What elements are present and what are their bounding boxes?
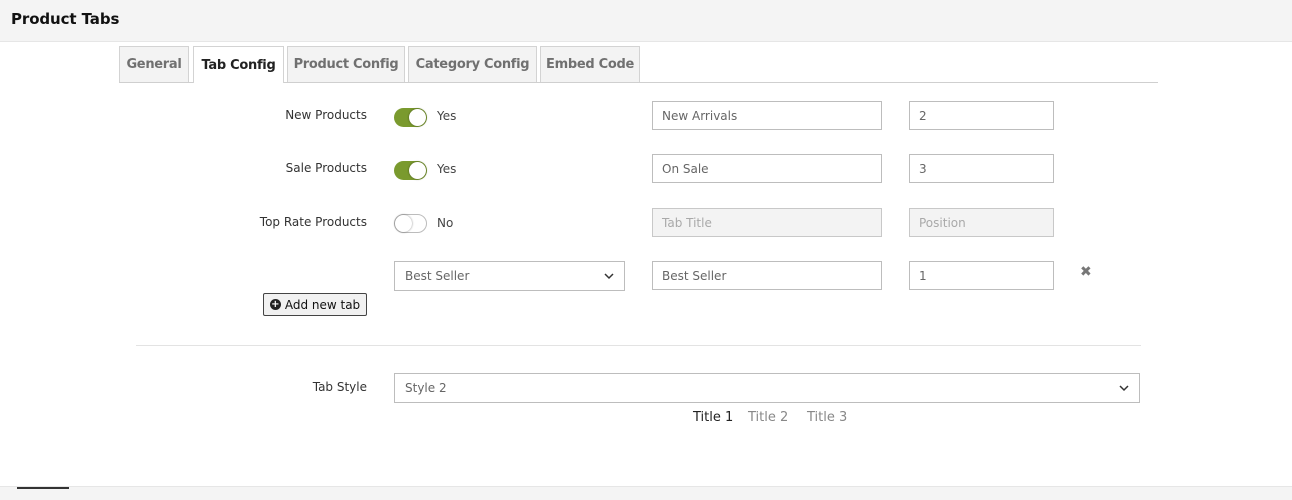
style-preview-title-1[interactable]: Title 1 — [693, 410, 733, 425]
section-divider — [136, 345, 1141, 346]
sale-products-position-input[interactable]: 3 — [909, 154, 1054, 183]
tab-general[interactable]: General — [119, 46, 189, 82]
tab-category-config[interactable]: Category Config — [408, 46, 537, 82]
custom-tab-title-input[interactable]: Best Seller — [652, 261, 882, 290]
plus-circle-icon: + — [269, 299, 281, 310]
top-rate-products-toggle[interactable] — [394, 214, 427, 233]
tab-style-value: Style 2 — [405, 381, 447, 395]
footer-tab-indicator — [17, 487, 69, 489]
tab-product-config[interactable]: Product Config — [287, 46, 405, 82]
chevron-down-icon — [1119, 385, 1129, 392]
page-title: Product Tabs — [11, 10, 120, 28]
sale-products-toggle[interactable] — [394, 161, 427, 180]
add-new-tab-button[interactable]: + Add new tab — [263, 293, 367, 316]
tab-embed-code[interactable]: Embed Code — [540, 46, 640, 82]
top-rate-products-title-input[interactable]: Tab Title — [652, 208, 882, 237]
top-rate-products-label: Top Rate Products — [259, 215, 367, 229]
style-preview-title-3[interactable]: Title 3 — [807, 410, 847, 425]
page-header: Product Tabs — [0, 0, 1292, 42]
sale-products-toggle-text: Yes — [437, 162, 457, 176]
style-preview-title-2[interactable]: Title 2 — [748, 410, 788, 425]
tab-tab-config[interactable]: Tab Config — [193, 46, 284, 83]
sale-products-label: Sale Products — [285, 161, 367, 175]
page-footer — [0, 486, 1292, 500]
top-rate-products-toggle-text: No — [437, 216, 454, 230]
tab-style-label: Tab Style — [312, 380, 367, 394]
toggle-knob — [409, 162, 426, 179]
toggle-knob — [409, 109, 426, 126]
custom-tab-type-value: Best Seller — [405, 269, 470, 283]
sale-products-title-input[interactable]: On Sale — [652, 154, 882, 183]
remove-tab-icon[interactable]: ✖ — [1080, 264, 1092, 280]
toggle-knob — [395, 215, 412, 232]
new-products-title-input[interactable]: New Arrivals — [652, 101, 882, 130]
new-products-label: New Products — [285, 108, 367, 122]
custom-tab-position-input[interactable]: 1 — [909, 261, 1054, 290]
chevron-down-icon — [604, 273, 614, 280]
tab-style-select[interactable]: Style 2 — [394, 373, 1140, 403]
custom-tab-type-select[interactable]: Best Seller — [394, 261, 625, 291]
top-rate-products-position-input[interactable]: Position — [909, 208, 1054, 237]
new-products-toggle-text: Yes — [437, 109, 457, 123]
add-new-tab-label: Add new tab — [284, 297, 361, 312]
new-products-toggle[interactable] — [394, 108, 427, 127]
new-products-position-input[interactable]: 2 — [909, 101, 1054, 130]
